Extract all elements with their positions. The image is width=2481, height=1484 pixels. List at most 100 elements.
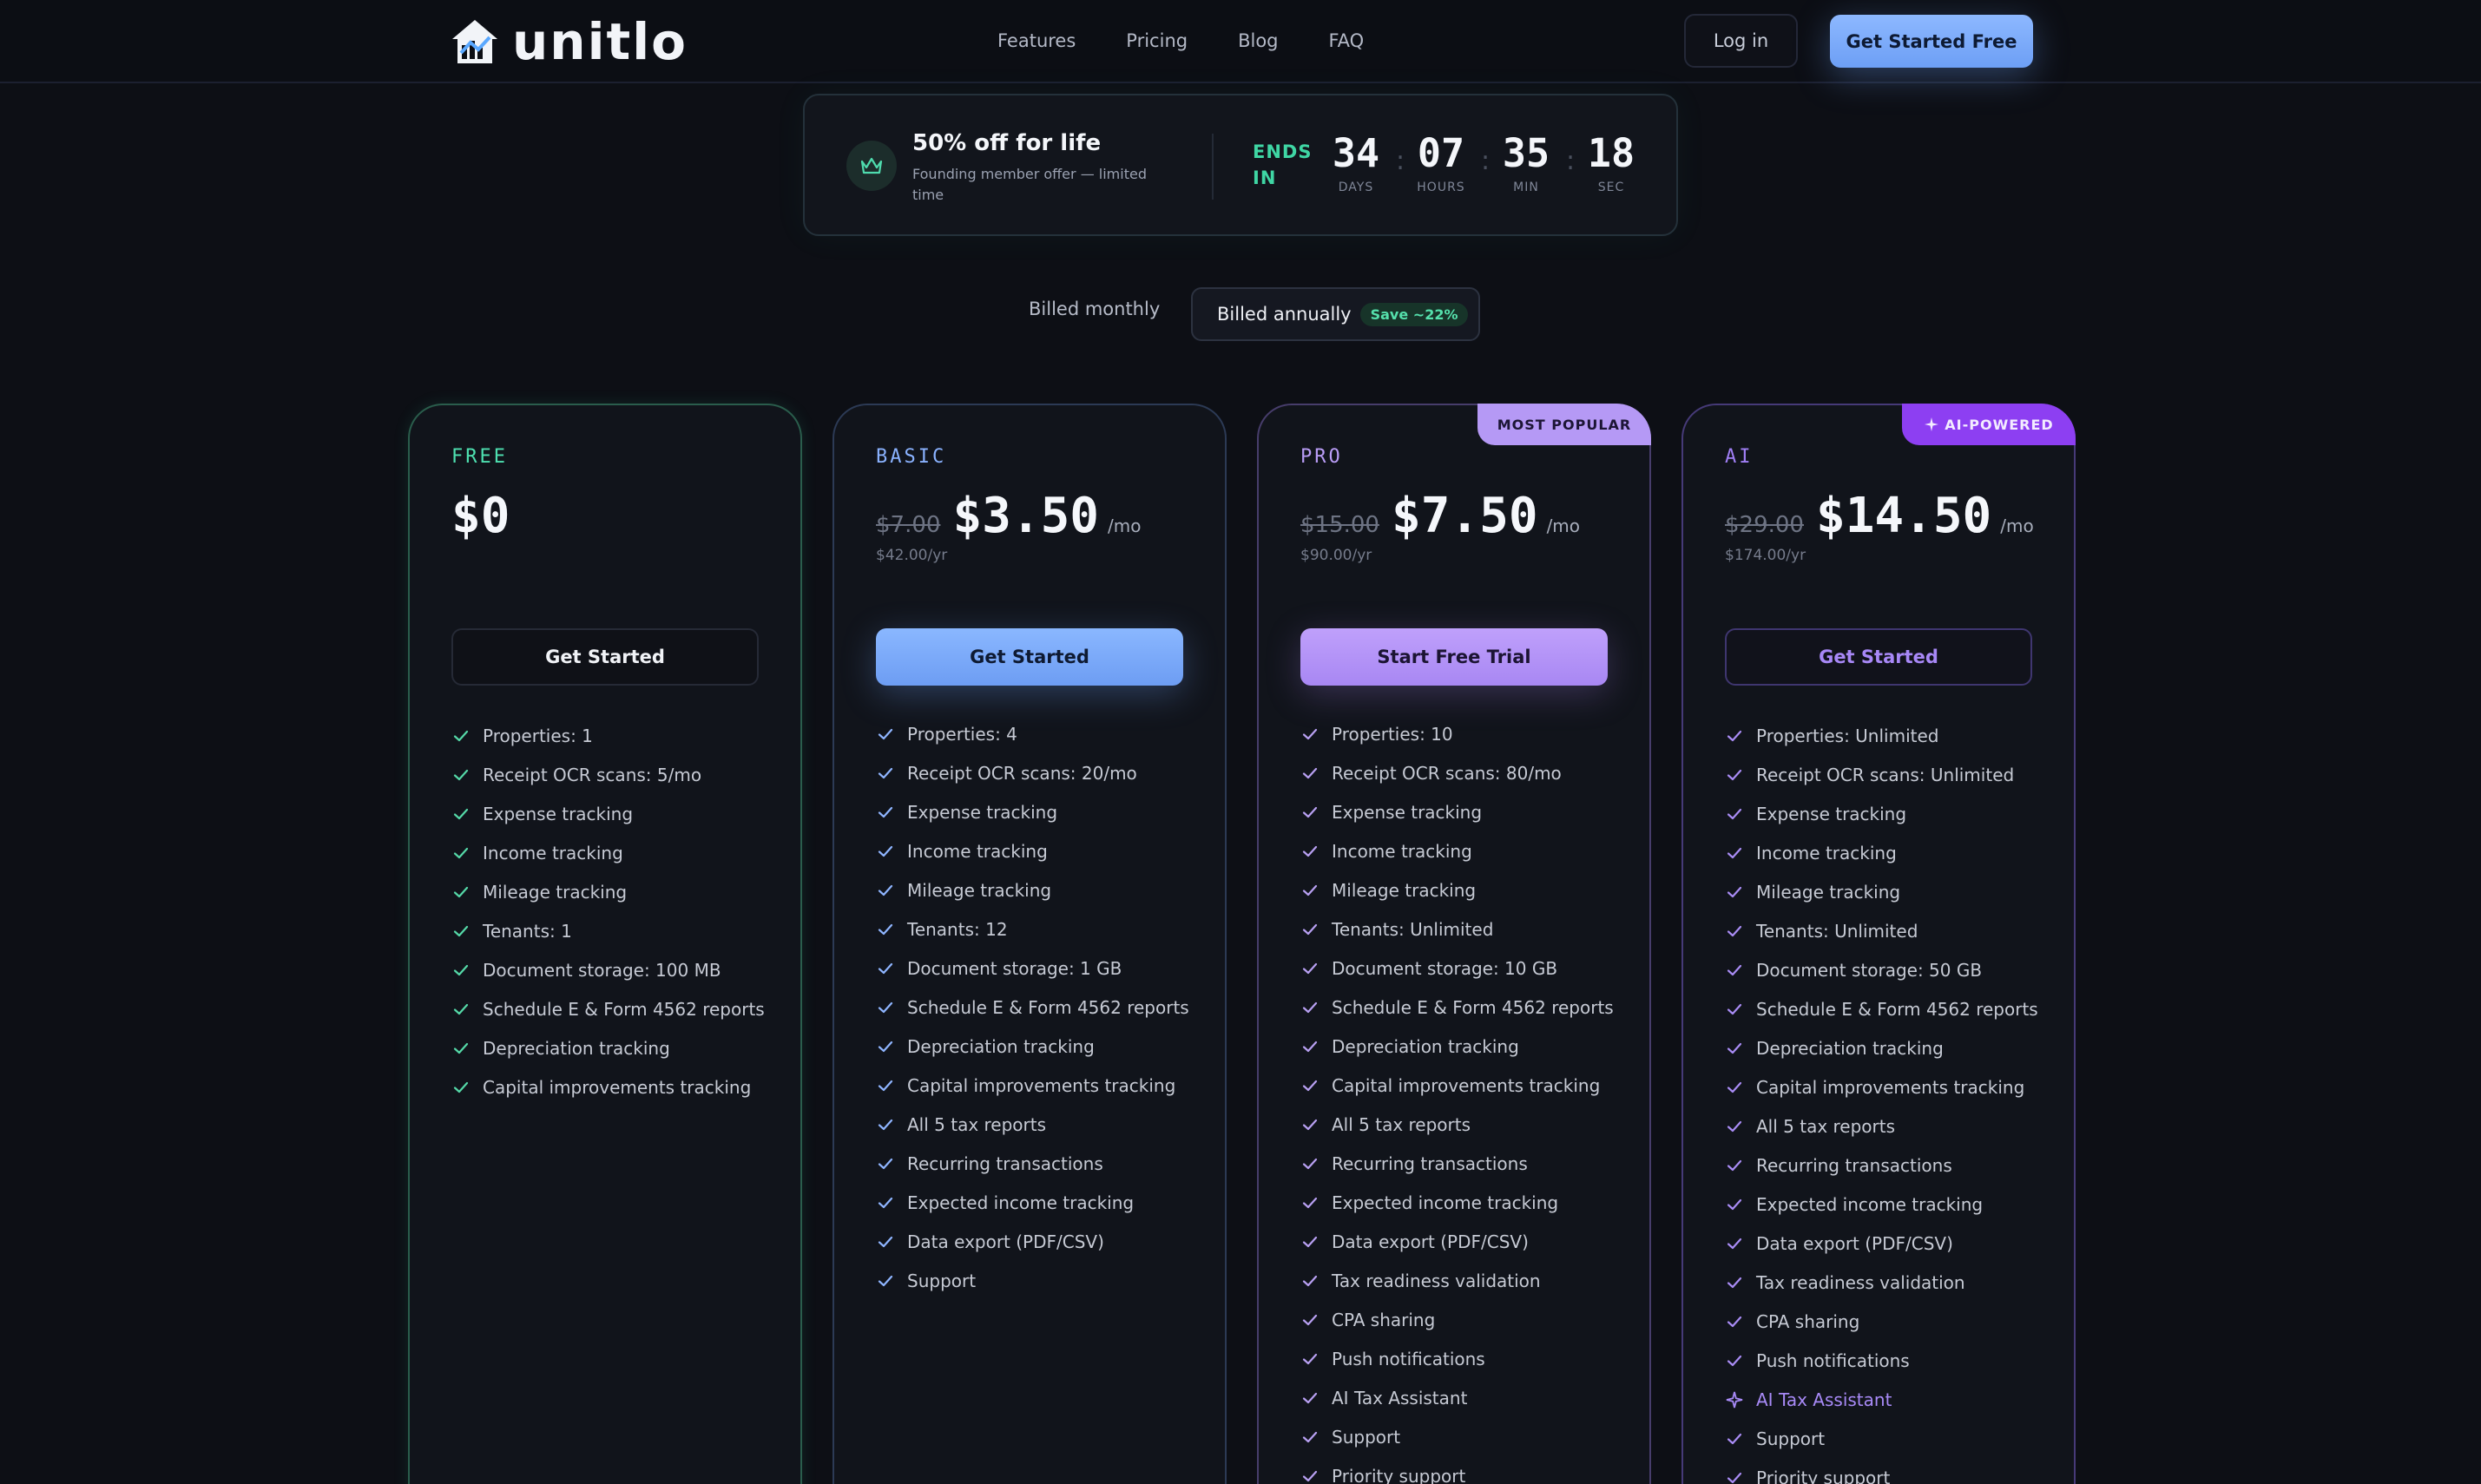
sparkle-icon xyxy=(1726,1391,1743,1408)
feature-label: Schedule E & Form 4562 reports xyxy=(1756,998,2038,1020)
original-price: $7.00 xyxy=(876,512,941,538)
check-icon xyxy=(1727,1472,1742,1483)
promo-subtitle: Founding member offer — limited time xyxy=(912,166,1147,203)
sparkle-icon xyxy=(1925,417,1939,431)
feature-item: All 5 tax reports xyxy=(1300,1105,1614,1144)
feature-item: Tenants: Unlimited xyxy=(1725,911,2038,950)
feature-item: Properties: 4 xyxy=(876,714,1189,753)
check-icon xyxy=(1727,808,1742,819)
feature-item: Receipt OCR scans: 80/mo xyxy=(1300,753,1614,792)
check-icon xyxy=(1727,1433,1742,1444)
brand-logo[interactable]: unitlo xyxy=(450,16,688,68)
get-started-button[interactable]: Get Started xyxy=(1725,628,2032,686)
feature-label: Mileage tracking xyxy=(907,879,1052,901)
nav-link-faq[interactable]: FAQ xyxy=(1329,26,1365,56)
check-icon xyxy=(1302,1197,1318,1208)
most-popular-badge: MOST POPULAR xyxy=(1477,404,1651,445)
check-icon xyxy=(1302,1275,1318,1286)
check-icon xyxy=(1302,1431,1318,1442)
check-icon xyxy=(1727,1003,1742,1015)
check-icon xyxy=(878,923,893,935)
check-icon xyxy=(453,808,469,819)
feature-label: Capital improvements tracking xyxy=(1756,1076,2025,1098)
feature-list: Properties: 1 Receipt OCR scans: 5/mo Expe… xyxy=(451,716,765,1106)
countdown-min-label: MIN xyxy=(1513,181,1539,194)
get-started-button[interactable]: Get Started xyxy=(876,628,1183,686)
divider xyxy=(1212,134,1214,200)
feature-item: Data export (PDF/CSV) xyxy=(1300,1222,1614,1261)
feature-label: AI Tax Assistant xyxy=(1756,1389,1892,1410)
check-icon xyxy=(1727,1316,1742,1327)
feature-item: Properties: 1 xyxy=(451,716,765,755)
check-icon xyxy=(453,1081,469,1093)
feature-label: Tax readiness validation xyxy=(1332,1270,1541,1291)
yearly-price: $42.00/yr xyxy=(876,547,948,564)
start-free-trial-button[interactable]: Start Free Trial xyxy=(1300,628,1608,686)
feature-label: Receipt OCR scans: 5/mo xyxy=(483,764,702,785)
check-icon xyxy=(878,845,893,857)
feature-item: Priority support xyxy=(1725,1458,2038,1484)
feature-label: Tenants: Unlimited xyxy=(1756,920,1918,942)
check-icon xyxy=(1302,1158,1318,1169)
check-icon xyxy=(1302,767,1318,778)
feature-label: Depreciation tracking xyxy=(1332,1035,1519,1057)
countdown-separator: : xyxy=(1566,146,1576,176)
feature-item: Schedule E & Form 4562 reports xyxy=(1300,988,1614,1027)
house-chart-icon xyxy=(452,20,497,63)
feature-item: Capital improvements tracking xyxy=(1725,1067,2038,1106)
feature-item: Tax readiness validation xyxy=(1725,1263,2038,1302)
feature-label: All 5 tax reports xyxy=(1756,1115,1896,1137)
feature-label: Support xyxy=(1332,1426,1401,1448)
feature-label: Income tracking xyxy=(1332,840,1472,862)
countdown-hours-value: 07 xyxy=(1417,130,1465,176)
feature-label: Priority support xyxy=(1756,1467,1891,1484)
feature-item: CPA sharing xyxy=(1300,1300,1614,1339)
plan-card-ai: AI-POWERED AI $29.00 $14.50 /mo $174.00/… xyxy=(1681,404,2076,1484)
feature-label: Tenants: Unlimited xyxy=(1332,918,1494,940)
feature-label: Support xyxy=(907,1270,977,1291)
check-icon xyxy=(1302,1080,1318,1091)
price-row: $15.00 $7.50 /mo xyxy=(1300,485,1580,548)
feature-item: Priority support xyxy=(1300,1456,1614,1484)
yearly-price: $174.00/yr xyxy=(1725,547,1806,564)
countdown-days-label: DAYS xyxy=(1338,181,1374,194)
nav-link-features[interactable]: Features xyxy=(997,26,1076,56)
feature-label: Data export (PDF/CSV) xyxy=(907,1231,1104,1252)
feature-item: Receipt OCR scans: Unlimited xyxy=(1725,755,2038,794)
check-icon xyxy=(1302,923,1318,935)
check-icon xyxy=(453,886,469,897)
check-icon xyxy=(1302,1314,1318,1325)
billed-monthly-toggle[interactable]: Billed monthly xyxy=(1029,299,1160,319)
brand-name: unitlo xyxy=(512,12,688,71)
feature-item: Expense tracking xyxy=(451,794,765,833)
plan-card-basic: BASIC $7.00 $3.50 /mo $42.00/yr Get Star… xyxy=(832,404,1227,1484)
feature-item: Expense tracking xyxy=(1300,792,1614,831)
feature-item: Expected income tracking xyxy=(1300,1183,1614,1222)
feature-item: Capital improvements tracking xyxy=(1300,1066,1614,1105)
feature-item: Expense tracking xyxy=(1725,794,2038,833)
plan-card-pro: MOST POPULAR PRO $15.00 $7.50 /mo $90.00… xyxy=(1257,404,1651,1484)
get-started-free-button[interactable]: Get Started Free xyxy=(1830,15,2033,68)
feature-item: All 5 tax reports xyxy=(876,1105,1189,1144)
plan-price: $14.50 xyxy=(1815,488,1992,544)
feature-label: Recurring transactions xyxy=(1756,1154,1952,1176)
nav-link-blog[interactable]: Blog xyxy=(1238,26,1278,56)
feature-item: Data export (PDF/CSV) xyxy=(1725,1224,2038,1263)
billed-annually-toggle[interactable]: Billed annually Save ~22% xyxy=(1191,287,1480,341)
plan-name: BASIC xyxy=(876,446,947,468)
check-icon xyxy=(878,1001,893,1013)
check-icon xyxy=(1302,1119,1318,1130)
feature-item: Document storage: 1 GB xyxy=(876,949,1189,988)
feature-item: CPA sharing xyxy=(1725,1302,2038,1341)
feature-item: Schedule E & Form 4562 reports xyxy=(1725,989,2038,1028)
countdown-sec-value: 18 xyxy=(1587,130,1635,176)
feature-label: Properties: 10 xyxy=(1332,723,1453,745)
check-icon xyxy=(1727,1081,1742,1093)
feature-label: Push notifications xyxy=(1756,1349,1910,1371)
feature-label: Tenants: 12 xyxy=(907,918,1008,940)
feature-label: Expected income tracking xyxy=(1332,1192,1559,1213)
check-icon xyxy=(878,884,893,896)
get-started-button[interactable]: Get Started xyxy=(451,628,759,686)
nav-link-pricing[interactable]: Pricing xyxy=(1126,26,1188,56)
login-button[interactable]: Log in xyxy=(1684,14,1798,68)
